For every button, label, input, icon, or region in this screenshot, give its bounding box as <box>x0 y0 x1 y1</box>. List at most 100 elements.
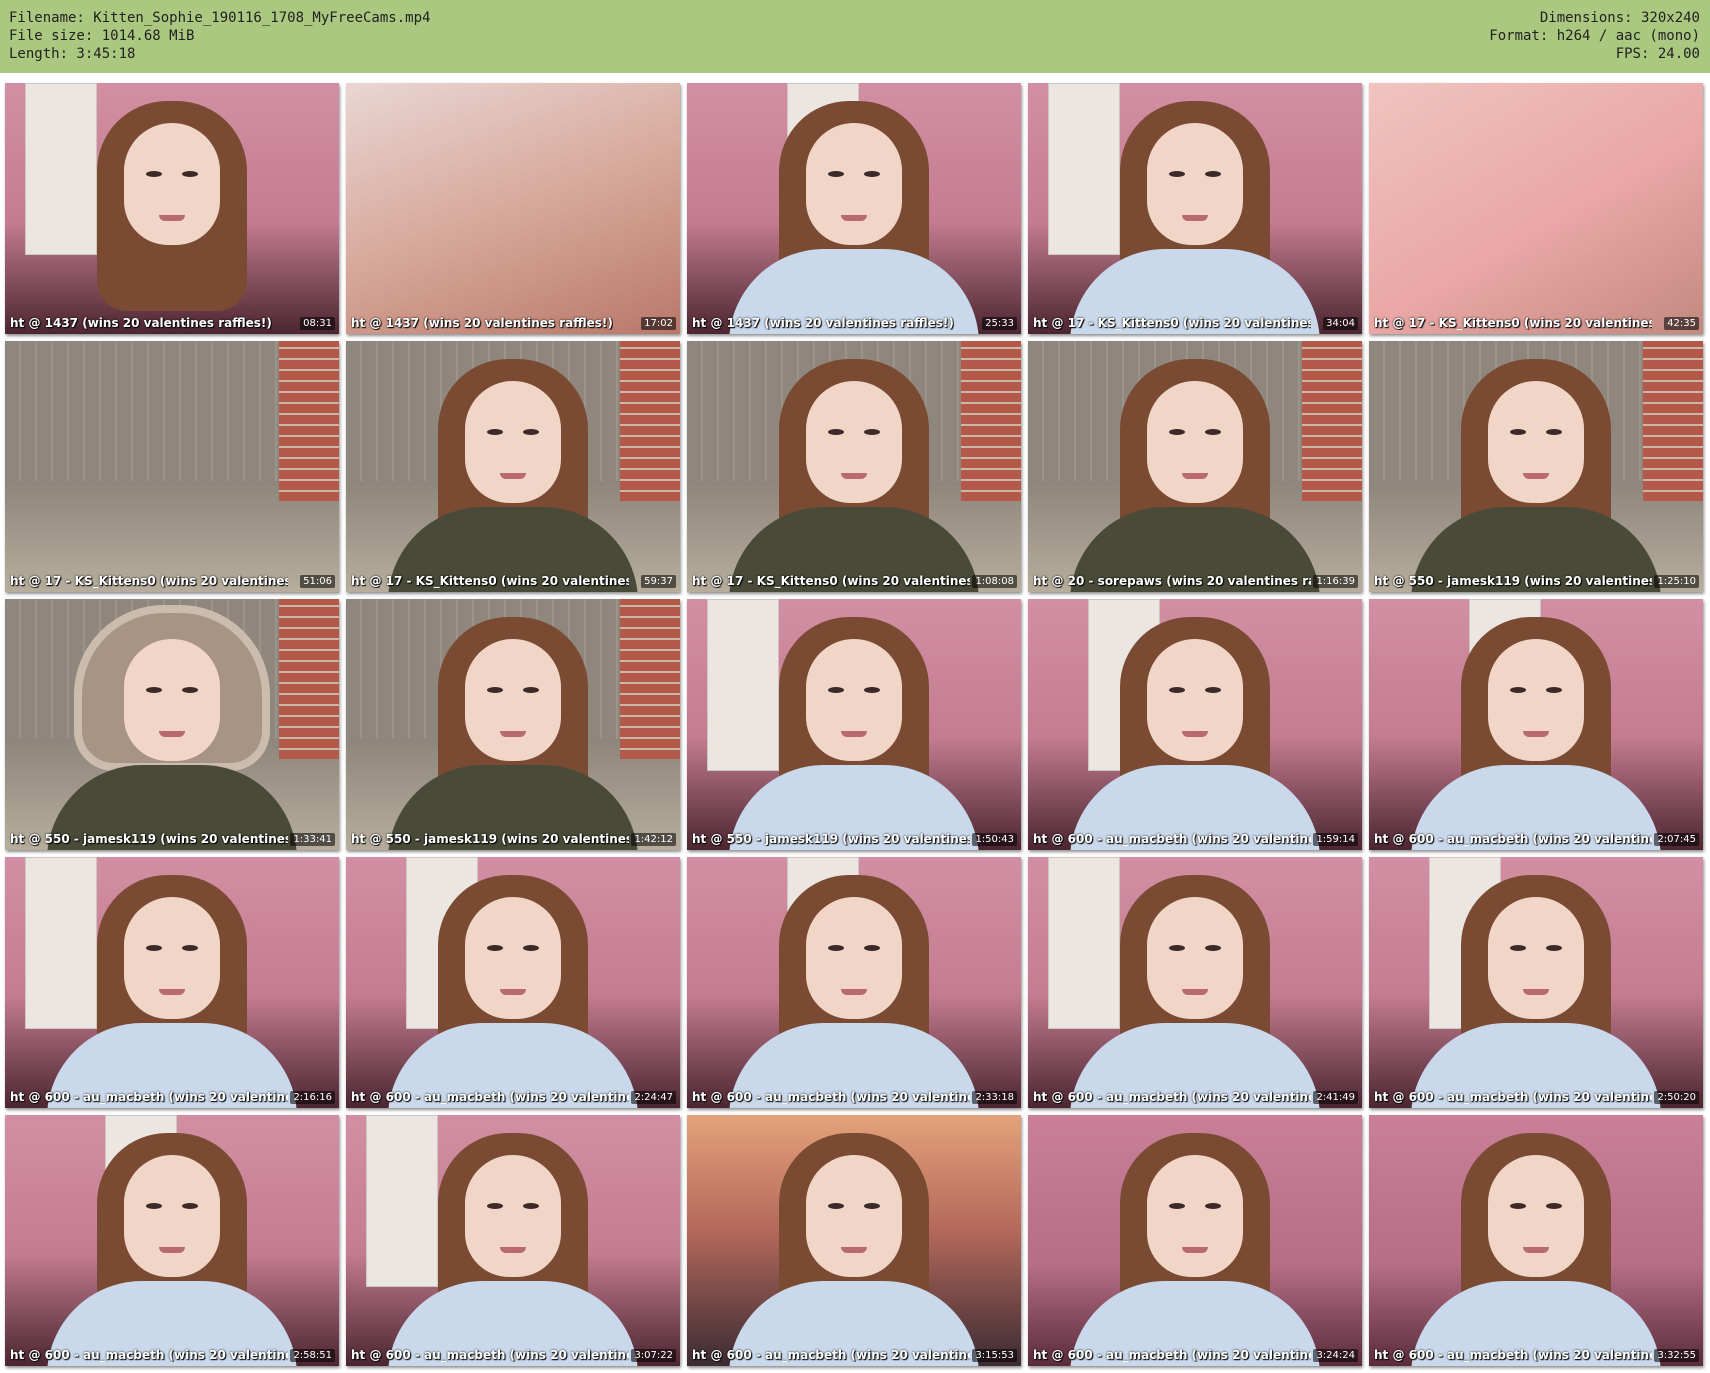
frame-image <box>687 341 1021 592</box>
thumbnail-frame: ht @ 600 - au_macbeth (wins 20 valentine… <box>5 857 339 1108</box>
frame-image <box>1028 1115 1362 1366</box>
thumbnail-caption: ht @ 600 - au_macbeth (wins 20 valentine… <box>1033 832 1311 846</box>
thumbnail-timestamp: 2:24:47 <box>631 1091 676 1104</box>
thumbnail-timestamp: 1:50:43 <box>972 833 1017 846</box>
thumbnail-caption: ht @ 17 - KS_Kittens0 (wins 20 valentine… <box>10 574 288 588</box>
fps-text: FPS: 24.00 <box>1615 46 1700 62</box>
thumbnail-timestamp: 42:35 <box>1664 317 1699 330</box>
thumbnail-frame: ht @ 600 - au_macbeth (wins 20 valentine… <box>1369 1115 1703 1366</box>
thumbnail-timestamp: 2:41:49 <box>1313 1091 1358 1104</box>
file-info-header: Filename: Kitten_Sophie_190116_1708_MyFr… <box>0 0 1710 73</box>
thumbnail-frame: ht @ 600 - au_macbeth (wins 20 valentine… <box>687 1115 1021 1366</box>
thumbnail-caption: ht @ 550 - jamesk119 (wins 20 valentines… <box>351 832 629 846</box>
frame-image <box>687 1115 1021 1366</box>
filesize-text: File size: 1014.68 MiB <box>9 28 195 44</box>
thumbnail-timestamp: 1:25:10 <box>1654 575 1699 588</box>
thumbnail-caption: ht @ 600 - au_macbeth (wins 20 valentine… <box>1033 1348 1311 1362</box>
thumbnail-frame: ht @ 17 - KS_Kittens0 (wins 20 valentine… <box>346 341 680 592</box>
frame-image <box>687 599 1021 850</box>
frame-image <box>5 83 339 334</box>
frame-image <box>346 599 680 850</box>
thumbnail-timestamp: 3:15:53 <box>972 1349 1017 1362</box>
frame-image <box>1028 341 1362 592</box>
frame-image <box>1028 83 1362 334</box>
thumbnail-frame: ht @ 600 - au_macbeth (wins 20 valentine… <box>346 857 680 1108</box>
thumbnail-caption: ht @ 600 - au_macbeth (wins 20 valentine… <box>10 1090 288 1104</box>
thumbnail-caption: ht @ 550 - jamesk119 (wins 20 valentines… <box>10 832 288 846</box>
thumbnail-timestamp: 17:02 <box>641 317 676 330</box>
thumbnail-timestamp: 2:16:16 <box>290 1091 335 1104</box>
frame-image <box>5 599 339 850</box>
thumbnail-frame: ht @ 1437 (wins 20 valentines raffles!) 2… <box>687 83 1021 334</box>
thumbnail-frame: ht @ 17 - KS_Kittens0 (wins 20 valentine… <box>1369 83 1703 334</box>
thumbnail-caption: ht @ 600 - au_macbeth (wins 20 valentine… <box>351 1348 629 1362</box>
thumbnail-frame: ht @ 550 - jamesk119 (wins 20 valentines… <box>1369 341 1703 592</box>
frame-image <box>346 1115 680 1366</box>
thumbnail-frame: ht @ 600 - au_macbeth (wins 20 valentine… <box>1028 857 1362 1108</box>
thumbnail-frame: ht @ 600 - au_macbeth (wins 20 valentine… <box>687 857 1021 1108</box>
thumbnail-timestamp: 25:33 <box>982 317 1017 330</box>
thumbnail-caption: ht @ 600 - au_macbeth (wins 20 valentine… <box>1374 1348 1652 1362</box>
thumbnail-frame: ht @ 600 - au_macbeth (wins 20 valentine… <box>346 1115 680 1366</box>
thumbnail-frame: ht @ 1437 (wins 20 valentines raffles!) 0… <box>5 83 339 334</box>
thumbnail-timestamp: 3:24:24 <box>1313 1349 1358 1362</box>
thumbnail-timestamp: 1:33:41 <box>290 833 335 846</box>
thumbnail-timestamp: 2:50:20 <box>1654 1091 1699 1104</box>
frame-image <box>1369 599 1703 850</box>
thumbnail-timestamp: 2:33:18 <box>972 1091 1017 1104</box>
thumbnail-frame: ht @ 1437 (wins 20 valentines raffles!) 1… <box>346 83 680 334</box>
thumbnail-frame: ht @ 600 - au_macbeth (wins 20 valentine… <box>1028 599 1362 850</box>
thumbnail-frame: ht @ 550 - jamesk119 (wins 20 valentines… <box>5 599 339 850</box>
thumbnail-timestamp: 1:08:08 <box>972 575 1017 588</box>
thumbnail-timestamp: 1:16:39 <box>1313 575 1358 588</box>
thumbnail-timestamp: 08:31 <box>300 317 335 330</box>
thumbnail-caption: ht @ 1437 (wins 20 valentines raffles!) <box>10 316 272 330</box>
frame-image <box>346 857 680 1108</box>
frame-image <box>1369 341 1703 592</box>
thumbnail-caption: ht @ 17 - KS_Kittens0 (wins 20 valentine… <box>692 574 970 588</box>
thumbnail-caption: ht @ 550 - jamesk119 (wins 20 valentines… <box>1374 574 1652 588</box>
thumbnail-frame: ht @ 550 - jamesk119 (wins 20 valentines… <box>346 599 680 850</box>
thumbnail-frame: ht @ 600 - au_macbeth (wins 20 valentine… <box>1028 1115 1362 1366</box>
thumbnail-timestamp: 2:07:45 <box>1654 833 1699 846</box>
thumbnail-timestamp: 3:32:55 <box>1654 1349 1699 1362</box>
thumbnail-caption: ht @ 600 - au_macbeth (wins 20 valentine… <box>1374 832 1652 846</box>
thumbnail-timestamp: 59:37 <box>641 575 676 588</box>
thumbnail-timestamp: 1:42:12 <box>631 833 676 846</box>
thumbnail-timestamp: 3:07:22 <box>631 1349 676 1362</box>
thumbnail-frame: ht @ 600 - au_macbeth (wins 20 valentine… <box>1369 599 1703 850</box>
thumbnail-caption: ht @ 600 - au_macbeth (wins 20 valentine… <box>1374 1090 1652 1104</box>
thumbnail-frame: ht @ 600 - au_macbeth (wins 20 valentine… <box>5 1115 339 1366</box>
format-text: Format: h264 / aac (mono) <box>1489 28 1700 44</box>
filename-text: Filename: Kitten_Sophie_190116_1708_MyFr… <box>9 10 431 26</box>
frame-image <box>1028 857 1362 1108</box>
thumbnail-frame: ht @ 600 - au_macbeth (wins 20 valentine… <box>1369 857 1703 1108</box>
thumbnail-caption: ht @ 600 - au_macbeth (wins 20 valentine… <box>692 1348 970 1362</box>
frame-image <box>346 341 680 592</box>
thumbnail-timestamp: 2:58:51 <box>290 1349 335 1362</box>
frame-image <box>687 857 1021 1108</box>
length-text: Length: 3:45:18 <box>9 46 136 62</box>
thumbnail-timestamp: 51:06 <box>300 575 335 588</box>
dimensions-text: Dimensions: 320x240 <box>1539 10 1700 26</box>
frame-image <box>687 83 1021 334</box>
thumbnail-timestamp: 1:59:14 <box>1313 833 1358 846</box>
thumbnail-caption: ht @ 17 - KS_Kittens0 (wins 20 valentine… <box>351 574 629 588</box>
thumbnail-caption: ht @ 550 - jamesk119 (wins 20 valentines… <box>692 832 970 846</box>
thumbnail-frame: ht @ 17 - KS_Kittens0 (wins 20 valentine… <box>1028 83 1362 334</box>
thumbnail-caption: ht @ 1437 (wins 20 valentines raffles!) <box>692 316 954 330</box>
thumbnail-caption: ht @ 600 - au_macbeth (wins 20 valentine… <box>692 1090 970 1104</box>
frame-image <box>1369 83 1703 334</box>
file-info-left: Filename: Kitten_Sophie_190116_1708_MyFr… <box>9 9 430 63</box>
frame-image <box>1369 857 1703 1108</box>
thumbnail-caption: ht @ 17 - KS_Kittens0 (wins 20 valentine… <box>1374 316 1652 330</box>
thumbnail-timestamp: 34:04 <box>1323 317 1358 330</box>
frame-image <box>5 857 339 1108</box>
frame-image <box>1369 1115 1703 1366</box>
thumbnail-frame: ht @ 550 - jamesk119 (wins 20 valentines… <box>687 599 1021 850</box>
file-info-right: Dimensions: 320x240 Format: h264 / aac (… <box>1489 9 1700 63</box>
thumbnail-caption: ht @ 600 - au_macbeth (wins 20 valentine… <box>10 1348 288 1362</box>
thumbnail-caption: ht @ 1437 (wins 20 valentines raffles!) <box>351 316 613 330</box>
frame-image <box>5 1115 339 1366</box>
frame-image <box>1028 599 1362 850</box>
